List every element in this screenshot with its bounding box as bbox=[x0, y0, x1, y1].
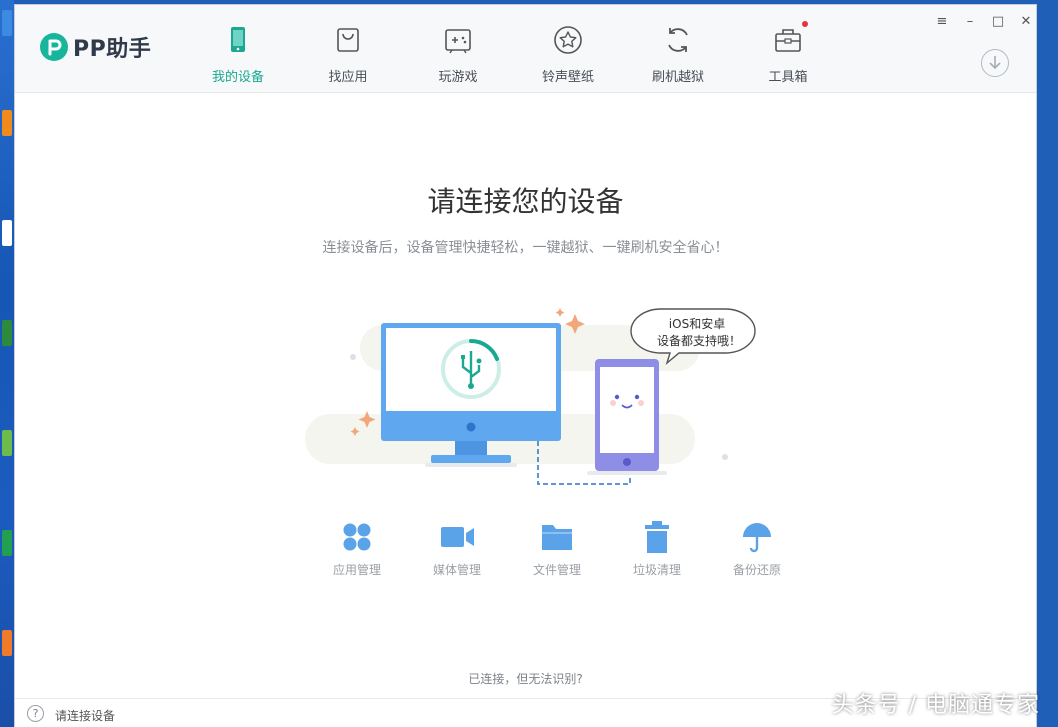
main-nav: 我的设备 找应用 玩游戏 铃声壁纸 刷机越狱 工具箱 bbox=[183, 5, 843, 93]
star-icon bbox=[554, 26, 582, 54]
feature-junk-cleanup[interactable]: 垃圾清理 bbox=[607, 519, 707, 578]
nav-label: 铃声壁纸 bbox=[541, 70, 594, 85]
nav-flash-jailbreak[interactable]: 刷机越狱 bbox=[623, 5, 733, 93]
desktop-background bbox=[0, 0, 14, 727]
main-content: 请连接您的设备 连接设备后，设备管理快捷轻松，一键越狱、一键刷机安全省心！ iO… bbox=[15, 94, 1036, 698]
folder-icon bbox=[542, 525, 572, 550]
feature-file-management[interactable]: 文件管理 bbox=[507, 519, 607, 578]
download-arrow-icon bbox=[989, 56, 1001, 70]
notification-dot bbox=[802, 21, 808, 27]
toolbox-icon-wrapper bbox=[773, 21, 808, 55]
desktop-shortcut-icon[interactable] bbox=[2, 10, 12, 36]
gamepad-icon bbox=[445, 29, 471, 54]
app-logo: PP助手 bbox=[39, 31, 151, 63]
apps-icon bbox=[343, 523, 371, 551]
nav-label: 刷机越狱 bbox=[651, 70, 704, 85]
nav-label: 我的设备 bbox=[211, 70, 264, 85]
feature-list: 应用管理 媒体管理 文件管理 垃圾清理 备份还原 bbox=[307, 519, 807, 578]
feature-label: 文件管理 bbox=[532, 563, 581, 577]
nav-play-games[interactable]: 玩游戏 bbox=[403, 5, 513, 93]
download-button[interactable] bbox=[981, 49, 1009, 77]
refresh-icon bbox=[668, 28, 688, 52]
feature-backup-restore[interactable]: 备份还原 bbox=[707, 519, 807, 578]
desktop-shortcut-icon[interactable] bbox=[2, 530, 12, 556]
feature-label: 垃圾清理 bbox=[632, 563, 681, 577]
connect-device-illustration: iOS和安卓 设备都支持哦！ bbox=[305, 308, 756, 485]
menu-button[interactable]: ≡ bbox=[933, 13, 951, 29]
nav-label: 找应用 bbox=[328, 70, 368, 85]
feature-media-management[interactable]: 媒体管理 bbox=[407, 519, 507, 578]
bag-icon bbox=[337, 28, 359, 52]
feature-app-management[interactable]: 应用管理 bbox=[307, 519, 407, 578]
nav-toolbox[interactable]: 工具箱 bbox=[733, 5, 843, 93]
close-button[interactable]: ✕ bbox=[1017, 13, 1035, 29]
help-icon[interactable]: ? bbox=[27, 705, 44, 722]
trash-icon bbox=[645, 521, 669, 553]
feature-label: 媒体管理 bbox=[432, 563, 481, 577]
umbrella-icon bbox=[743, 523, 771, 553]
titlebar: PP助手 我的设备 找应用 玩游戏 铃声壁纸 刷机越狱 工具箱 ≡ – □ ✕ bbox=[15, 5, 1036, 93]
nav-label: 玩游戏 bbox=[438, 70, 478, 85]
nav-ringtones-wallpapers[interactable]: 铃声壁纸 bbox=[513, 5, 623, 93]
connected-but-unrecognized-link[interactable]: 已连接，但无法识别? bbox=[15, 670, 1036, 687]
bubble-line-1: iOS和安卓 bbox=[669, 316, 725, 331]
pp-logo-icon bbox=[40, 33, 68, 61]
maximize-button[interactable]: □ bbox=[989, 13, 1007, 29]
page-title: 请连接您的设备 bbox=[427, 185, 624, 218]
page-subtitle: 连接设备后，设备管理快捷轻松，一键越狱、一键刷机安全省心！ bbox=[322, 240, 729, 256]
desktop-shortcut-icon[interactable] bbox=[2, 320, 12, 346]
desktop-shortcut-icon[interactable] bbox=[2, 110, 12, 136]
pp-assistant-window: PP助手 我的设备 找应用 玩游戏 铃声壁纸 刷机越狱 工具箱 ≡ – □ ✕ … bbox=[14, 4, 1037, 727]
feature-label: 备份还原 bbox=[732, 563, 781, 577]
feature-label: 应用管理 bbox=[332, 563, 381, 577]
desktop-shortcut-icon[interactable] bbox=[2, 220, 12, 246]
status-text: 请连接设备 bbox=[55, 709, 116, 723]
bubble-line-2: 设备都支持哦！ bbox=[657, 333, 741, 348]
desktop-shortcut-icon[interactable] bbox=[2, 430, 12, 456]
nav-find-apps[interactable]: 找应用 bbox=[293, 5, 403, 93]
video-camera-icon bbox=[441, 527, 474, 547]
nav-label: 工具箱 bbox=[768, 70, 808, 85]
phone-icon bbox=[231, 27, 245, 52]
minimize-button[interactable]: – bbox=[961, 13, 979, 29]
watermark: 头条号 / 电脑通专家 bbox=[831, 693, 1040, 718]
desktop-shortcut-icon[interactable] bbox=[2, 630, 12, 656]
nav-my-device[interactable]: 我的设备 bbox=[183, 5, 293, 93]
app-name: PP助手 bbox=[73, 37, 152, 62]
toolbox-icon bbox=[775, 29, 801, 52]
